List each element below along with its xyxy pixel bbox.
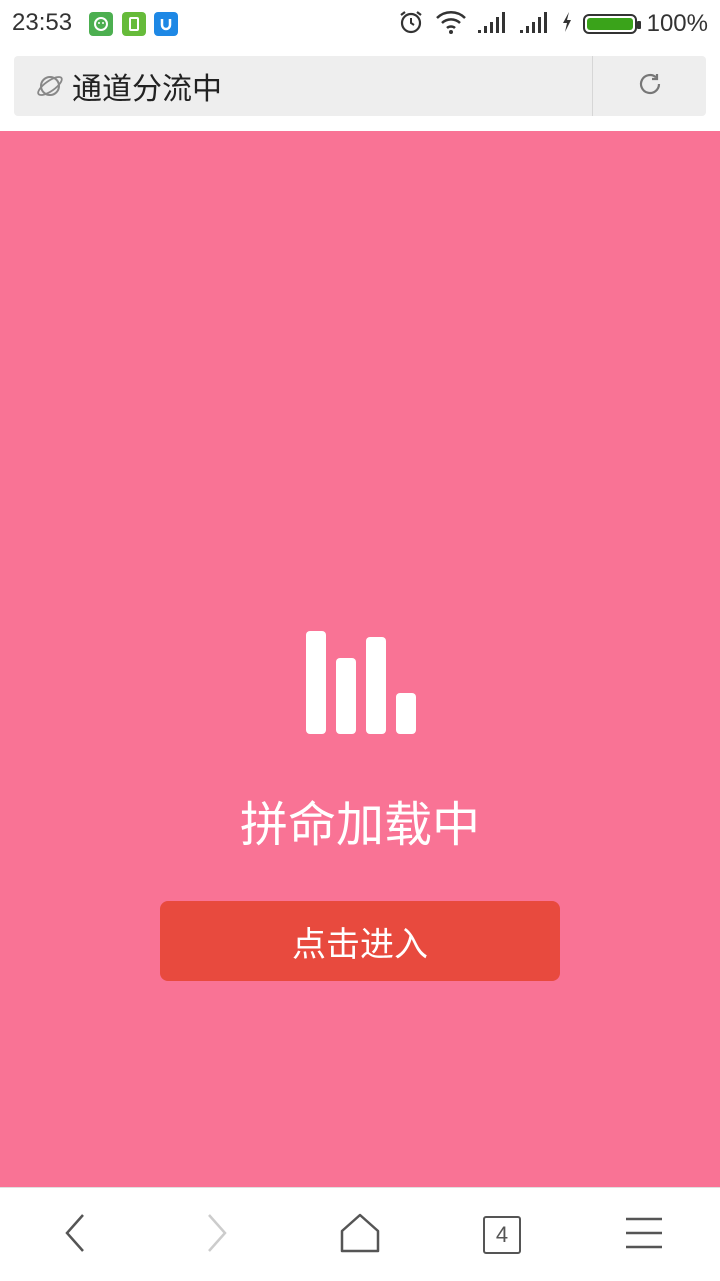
address-field[interactable]: 通道分流中 bbox=[14, 56, 592, 116]
forward-icon bbox=[201, 1211, 231, 1259]
bottom-nav: 4 bbox=[0, 1187, 720, 1280]
battery-percent: 100% bbox=[646, 10, 708, 37]
page-title: 通道分流中 bbox=[72, 72, 222, 107]
status-indicators: 100% bbox=[397, 8, 708, 40]
u-app-icon bbox=[154, 12, 178, 36]
charging-bolt-icon bbox=[561, 11, 573, 37]
status-bar: 23:53 100% bbox=[0, 0, 720, 48]
alarm-clock-icon bbox=[397, 8, 425, 40]
signal-bars-icon bbox=[519, 10, 551, 38]
back-icon bbox=[61, 1211, 91, 1259]
back-button[interactable] bbox=[4, 1188, 148, 1281]
battery-fill bbox=[586, 18, 633, 30]
enter-button[interactable]: 点击进入 bbox=[160, 901, 560, 981]
loading-text: 拼命加载中 bbox=[239, 797, 480, 853]
loader-bar bbox=[306, 631, 326, 734]
sim-card-icon bbox=[122, 12, 146, 36]
url-bar[interactable]: 通道分流中 bbox=[14, 56, 706, 116]
refresh-icon bbox=[635, 69, 665, 103]
forward-button[interactable] bbox=[144, 1188, 288, 1281]
menu-icon bbox=[624, 1215, 664, 1255]
bar-chart-loader-icon bbox=[306, 631, 418, 734]
home-icon bbox=[338, 1211, 382, 1259]
tab-count: 4 bbox=[495, 1221, 509, 1247]
battery-icon bbox=[582, 14, 641, 34]
loader-bar bbox=[366, 637, 386, 734]
android-face-icon bbox=[89, 12, 113, 36]
tabs-icon: 4 bbox=[483, 1215, 521, 1254]
tabs-button[interactable]: 4 bbox=[430, 1188, 574, 1281]
home-button[interactable] bbox=[288, 1188, 432, 1281]
status-time: 23:53 bbox=[12, 9, 73, 36]
loader-bar bbox=[396, 693, 416, 734]
loading-page: 拼命加载中 点击进入 bbox=[0, 131, 720, 1187]
loader-bar bbox=[336, 658, 356, 734]
wifi-icon bbox=[435, 9, 467, 39]
refresh-button[interactable] bbox=[593, 56, 706, 116]
planet-icon bbox=[34, 70, 66, 102]
signal-bars-icon bbox=[477, 10, 509, 38]
menu-button[interactable] bbox=[572, 1188, 716, 1281]
